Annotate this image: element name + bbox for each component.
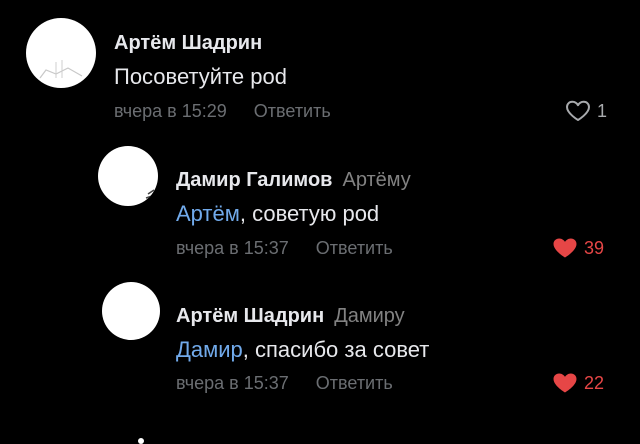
avatar-sketch-icon [39, 60, 83, 79]
comment-meta: вчера в 15:29 Ответить [114, 100, 331, 122]
avatar[interactable] [98, 146, 158, 206]
comment-meta: вчера в 15:37 Ответить [176, 372, 393, 394]
author-name[interactable]: Артём Шадрин [114, 32, 262, 54]
like-count: 39 [584, 238, 605, 258]
author-line: Дамир Галимов Артёму [176, 168, 411, 192]
reply-to-name[interactable]: Артёму [342, 169, 410, 191]
like-count: 1 [597, 101, 608, 121]
avatar[interactable] [102, 282, 160, 340]
comment-time[interactable]: вчера в 15:37 [176, 238, 289, 258]
comment-meta: вчера в 15:37 Ответить [176, 237, 393, 259]
heart-filled-icon [553, 238, 577, 258]
comment-body: Посоветуйте pod [114, 64, 287, 89]
mention-link[interactable]: Артём [176, 201, 240, 226]
next-avatar-edge [138, 438, 144, 444]
author-line: Артём Шадрин [114, 31, 262, 55]
reply-to-name[interactable]: Дамиру [334, 305, 405, 327]
comment-time[interactable]: вчера в 15:29 [114, 101, 227, 121]
reply-button[interactable]: Ответить [254, 101, 331, 121]
heart-outline-icon [566, 100, 590, 121]
like-button[interactable]: 1 [565, 100, 607, 122]
avatar[interactable] [26, 18, 96, 88]
comment: Артём Шадрин Посоветуйте pod вчера в 15:… [0, 0, 640, 140]
like-button[interactable]: 22 [552, 372, 604, 394]
author-name[interactable]: Артём Шадрин [176, 305, 324, 327]
comment-text: Дамир, спасибо за совет [176, 336, 429, 364]
reply-comment: Дамир Галимов Артёму Артём, советую pod в… [0, 140, 640, 280]
reply-comment: Артём Шадрин Дамиру Дамир, спасибо за сов… [0, 280, 640, 420]
like-button[interactable]: 39 [552, 237, 604, 259]
author-line: Артём Шадрин Дамиру [176, 304, 405, 328]
reply-button[interactable]: Ответить [316, 373, 393, 393]
author-name[interactable]: Дамир Галимов [176, 169, 332, 191]
comment-text: Посоветуйте pod [114, 63, 287, 91]
comment-text: Артём, советую pod [176, 200, 379, 228]
avatar-sketch-icon [145, 189, 155, 204]
like-count: 22 [584, 373, 605, 393]
heart-filled-icon [553, 373, 577, 393]
comment-body: , спасибо за совет [242, 337, 430, 362]
mention-link[interactable]: Дамир [176, 337, 243, 362]
comment-time[interactable]: вчера в 15:37 [176, 373, 289, 393]
comment-body: , советую pod [239, 201, 380, 226]
reply-button[interactable]: Ответить [316, 238, 393, 258]
